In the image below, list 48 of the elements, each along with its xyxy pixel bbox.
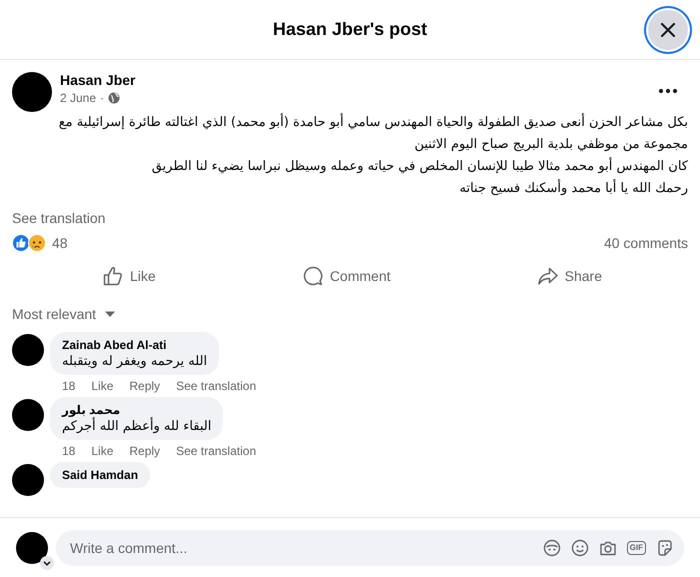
reply-link[interactable]: Reply [129, 379, 160, 393]
post-text: كان المهندس أبو محمد مثالا طيبا للإنسان المخلص في حياته وعمله وسيظل نبراسا يضيء لنا الطريق [150, 156, 688, 176]
avatar[interactable] [12, 464, 44, 496]
caret-icon [104, 310, 116, 318]
separator-dot: · [100, 91, 104, 105]
like-count: 18 [62, 444, 76, 458]
thumbs-up-icon [102, 265, 124, 287]
gif-button[interactable]: GIF [626, 540, 646, 554]
avatar[interactable] [12, 72, 52, 112]
see-translation-link[interactable]: See translation [176, 444, 256, 458]
like-link[interactable]: Like [91, 379, 114, 393]
comment-button[interactable]: Comment [296, 261, 396, 291]
smiley-icon[interactable] [570, 538, 589, 556]
like-reaction-icon [12, 234, 30, 252]
avatar[interactable] [12, 334, 44, 366]
post-text: بكل مشاعر الحزن أنعى صديق الطفولة والحياة المهندس سامي أبو حامدة (أبو محمد) الذي اغتالته طائرة إسرائيلية مع مجموعة من موظفي بلدية البريج صباح اليوم الاثنين [58, 112, 688, 154]
post-text: رحمك الله يا أبا محمد وأسكنك فسيح جناته [458, 178, 688, 198]
dialog-title: Hasan Jber's post [272, 19, 428, 40]
sticker-icon[interactable] [656, 538, 674, 556]
like-button[interactable]: Like [96, 261, 162, 291]
avatar-face-icon[interactable] [542, 538, 561, 556]
comment-author[interactable]: محمد بلور [62, 403, 120, 417]
comment-text: الله يرحمه ويغفر له ويتقبله [62, 354, 208, 369]
avatar[interactable] [16, 532, 48, 564]
comment-count[interactable]: 40 comments [604, 235, 688, 251]
post-date[interactable]: 2 June [60, 91, 96, 105]
comment-author[interactable]: Said Hamdan [62, 468, 138, 482]
like-link[interactable]: Like [91, 444, 114, 458]
share-arrow-icon [536, 265, 559, 287]
avatar[interactable] [12, 399, 44, 431]
sad-reaction-icon [28, 234, 46, 252]
reply-link[interactable]: Reply [129, 444, 160, 458]
comment-author[interactable]: Zainab Abed Al-ati [62, 338, 166, 352]
globe-icon [108, 92, 120, 104]
sort-dropdown[interactable]: Most relevant [12, 306, 116, 322]
author-name[interactable]: Hasan Jber [60, 72, 650, 88]
chevron-down-icon[interactable] [40, 556, 54, 570]
speech-bubble-icon [302, 265, 324, 287]
see-translation-link[interactable]: See translation [176, 379, 256, 393]
see-translation-link[interactable]: See translation [12, 210, 106, 226]
comment-text: البقاء لله وأعظم الله أجركم [62, 419, 212, 434]
close-icon [660, 22, 676, 38]
like-count: 18 [62, 379, 76, 393]
reaction-count[interactable]: 48 [52, 235, 68, 251]
share-button[interactable]: Share [530, 261, 608, 291]
comment-field[interactable]: Write a comment... GIF [56, 530, 684, 566]
close-button[interactable] [648, 10, 688, 50]
more-icon[interactable] [658, 88, 678, 94]
